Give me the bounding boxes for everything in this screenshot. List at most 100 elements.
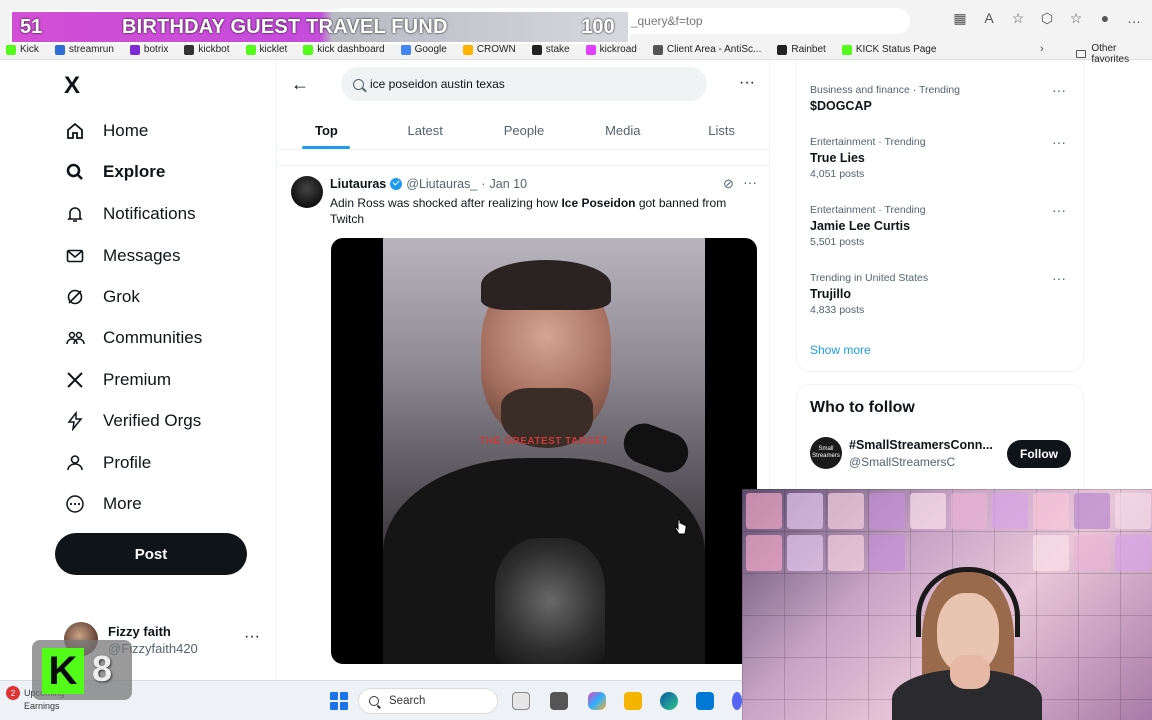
suggested-name[interactable]: #SmallStreamersConn... (849, 438, 993, 452)
trend-context: Trending in United States (810, 272, 929, 284)
other-favorites-label: Other favorites (1091, 43, 1130, 65)
bookmark-item[interactable]: Kick (6, 44, 39, 55)
trend-name: True Lies (810, 151, 865, 165)
edge-icon[interactable] (660, 692, 678, 710)
bookmark-item[interactable]: botrix (129, 44, 168, 55)
apps-icon[interactable]: ▦ (952, 10, 968, 27)
bookmark-favicon-icon (652, 44, 663, 55)
more-dots-icon[interactable]: ··· (1052, 134, 1066, 150)
bookmark-label: stake (545, 44, 570, 55)
nav-item-label: Verified Orgs (103, 411, 202, 430)
nav-item-communities[interactable]: Communities (64, 323, 202, 353)
bookmark-item[interactable]: Google (400, 44, 447, 55)
trend-item[interactable]: Trending in United States Trujillo 4,833 p… (810, 270, 1080, 316)
trend-item[interactable]: Business and finance · Trending $DOGCAP ··… (810, 82, 1080, 113)
nav-item-verified-orgs[interactable]: Verified Orgs (64, 406, 201, 436)
bookmark-item[interactable]: kick dashboard (303, 44, 385, 55)
nav-item-label: Notifications (103, 204, 196, 223)
menu-dots-icon[interactable]: … (1126, 10, 1142, 27)
nav-item-home[interactable]: Home (64, 116, 148, 146)
other-favorites[interactable]: Other favorites (1076, 43, 1152, 65)
x-logo-icon[interactable]: X (64, 74, 88, 98)
home-icon (64, 120, 86, 142)
tweet-avatar[interactable] (291, 176, 323, 208)
wall-poster (828, 535, 864, 571)
profile-icon[interactable]: ● (1097, 10, 1113, 27)
bookmark-item[interactable]: Client Area - AntiSc... (652, 44, 761, 55)
taskbar-search[interactable]: Search (358, 688, 498, 714)
person-icon (64, 452, 86, 474)
search-icon (64, 161, 86, 183)
wall-poster (910, 493, 946, 529)
who-to-follow-title: Who to follow (810, 399, 915, 416)
hand-cursor-icon (675, 519, 687, 535)
tweet[interactable]: Liutauras @Liutauras_ · Jan 10 ⊘ ··· Adi… (277, 166, 769, 680)
wall-poster (992, 493, 1028, 529)
extension-icon[interactable]: ⬡ (1039, 10, 1055, 27)
tweet-video[interactable]: THE GREATEST TARGET (331, 238, 757, 664)
bookmark-item[interactable]: CROWN (462, 44, 516, 55)
bookmark-item[interactable]: kicklet (245, 44, 287, 55)
bookmark-item[interactable]: kickroad (585, 44, 637, 55)
bookmark-favicon-icon (462, 44, 473, 55)
wall-poster (787, 493, 823, 529)
back-arrow-icon[interactable]: ← (291, 74, 309, 95)
bookmark-item[interactable]: KICK Status Page (841, 44, 936, 55)
tweet-author[interactable]: Liutauras (330, 177, 386, 191)
nav-item-more[interactable]: More (64, 489, 142, 519)
file-explorer-icon[interactable] (624, 692, 642, 710)
nav-item-messages[interactable]: Messages (64, 241, 180, 271)
more-dots-icon[interactable]: ··· (739, 74, 755, 92)
trend-name: Jamie Lee Curtis (810, 219, 911, 233)
bookmark-item[interactable]: stake (531, 44, 570, 55)
star-icon[interactable]: ☆ (1010, 10, 1026, 27)
bookmark-item[interactable]: Rainbet (777, 44, 826, 55)
copilot-icon[interactable] (588, 692, 606, 710)
more-dots-icon[interactable]: ··· (743, 174, 757, 190)
bookmark-item[interactable]: kickbot (184, 44, 230, 55)
trend-item[interactable]: Entertainment · Trending Jamie Lee Curtis… (810, 202, 1080, 248)
nav-item-label: Premium (103, 370, 172, 389)
trend-item[interactable]: Entertainment · Trending True Lies 4,051 p… (810, 134, 1080, 180)
task-view-icon[interactable] (550, 692, 568, 710)
suggested-avatar[interactable]: Small Streamers (810, 437, 842, 469)
discord-icon[interactable] (732, 692, 742, 710)
wall-poster (1115, 535, 1151, 571)
show-more-link[interactable]: Show more (810, 343, 871, 357)
bookmark-item[interactable]: streamrun (54, 44, 114, 55)
goal-target: 100 (581, 15, 615, 38)
more-dots-icon[interactable]: ··· (1052, 82, 1066, 98)
search-input[interactable]: ice poseidon austin texas (341, 67, 707, 101)
chevron-right-icon[interactable]: › (1040, 43, 1044, 55)
bookmark-favicon-icon (303, 44, 314, 55)
more-dots-icon[interactable]: ··· (244, 628, 260, 646)
read-aloud-icon[interactable]: A (981, 10, 997, 27)
nav-item-profile[interactable]: Profile (64, 448, 151, 478)
nav-item-explore[interactable]: Explore (64, 157, 165, 187)
store-icon[interactable] (696, 692, 714, 710)
follow-button[interactable]: Follow (1007, 440, 1071, 468)
nav-item-notifications[interactable]: Notifications (64, 199, 196, 229)
bookmark-label: Google (414, 44, 447, 55)
grok-icon[interactable]: ⊘ (723, 176, 734, 192)
tweet-date[interactable]: Jan 10 (490, 177, 528, 191)
nav-item-label: Grok (103, 287, 140, 306)
wall-poster (1115, 493, 1151, 529)
favorites-icon[interactable]: ☆ (1068, 10, 1084, 27)
tweet-handle[interactable]: @Liutauras_ (406, 177, 477, 191)
kick-overlay: K 8 (32, 640, 132, 700)
bookmark-favicon-icon (531, 44, 542, 55)
more-dots-icon[interactable]: ··· (1052, 202, 1066, 218)
wall-poster (746, 493, 782, 529)
suggested-handle[interactable]: @SmallStreamersC (849, 455, 955, 469)
more-dots-icon[interactable]: ··· (1052, 270, 1066, 286)
post-button[interactable]: Post (55, 533, 247, 575)
trend-name: Trujillo (810, 287, 851, 301)
streamer-hand (950, 655, 990, 689)
windows-start-icon[interactable] (330, 692, 348, 710)
nav-item-premium[interactable]: Premium (64, 365, 171, 395)
browser-app-icon[interactable] (512, 692, 530, 710)
nav-item-label: More (103, 494, 142, 513)
bookmark-favicon-icon (585, 44, 596, 55)
nav-item-grok[interactable]: Grok (64, 282, 140, 312)
